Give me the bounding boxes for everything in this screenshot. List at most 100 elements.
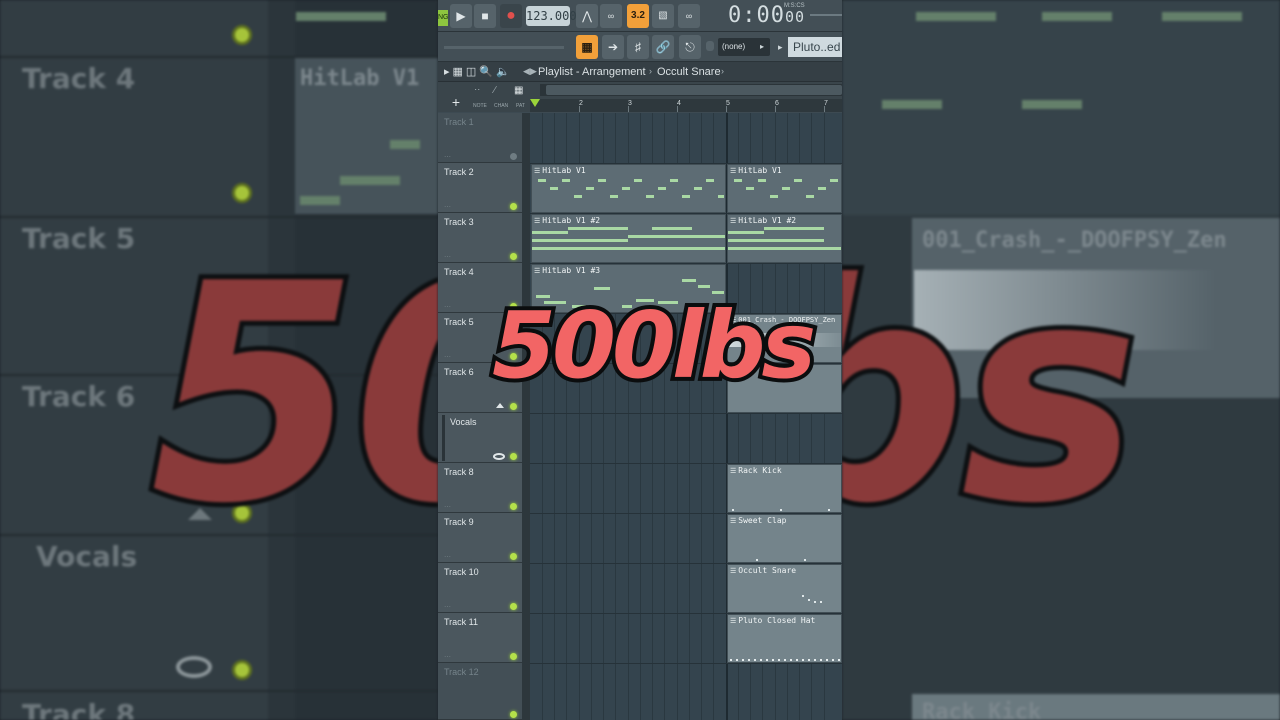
- playlist-button[interactable]: ▦: [576, 35, 598, 59]
- track-dots: ⋯: [444, 304, 451, 311]
- note: [706, 179, 714, 182]
- channel-rack-arrow-icon[interactable]: ➔: [602, 35, 624, 59]
- ruler-tick: [775, 106, 776, 112]
- track-name: Track 1: [444, 117, 474, 127]
- background-track-label: Vocals: [36, 540, 138, 573]
- link-icon[interactable]: 🔗: [652, 35, 674, 59]
- pattern-clip[interactable]: HitLab V1 #2: [727, 214, 842, 263]
- background-track-label: Track 6: [22, 380, 136, 413]
- background-led: [232, 183, 252, 203]
- collapse-arrow-icon[interactable]: [496, 403, 504, 408]
- track-header[interactable]: Track 12: [438, 663, 522, 720]
- chevron-right-icon[interactable]: ▶: [530, 66, 537, 77]
- note-tick: [828, 509, 830, 511]
- background-clip-title: HitLab V1: [300, 66, 420, 91]
- note: [628, 235, 725, 238]
- pattern-clip[interactable]: Occult Snare: [727, 564, 842, 613]
- row-divider: [530, 413, 842, 414]
- pattern-tool-icon[interactable]: ▦: [514, 85, 523, 96]
- track-scroll-strip[interactable]: [522, 113, 530, 720]
- note-tool-icon[interactable]: ⋅⋅: [474, 85, 480, 96]
- note: [782, 187, 790, 190]
- background-led: [232, 25, 252, 45]
- browser-icon[interactable]: ⎋: [679, 35, 701, 59]
- ruler-tick: [824, 106, 825, 112]
- loop-icon[interactable]: ∞: [678, 4, 700, 28]
- green-tab[interactable]: NG: [438, 10, 448, 26]
- background-caption-left: 50: [145, 215, 438, 574]
- track-name: Track 4: [444, 267, 474, 277]
- clip-title: HitLab V1 #3: [534, 266, 600, 275]
- note: [646, 195, 654, 198]
- track-header[interactable]: Track 11 ⋯: [438, 613, 522, 663]
- piano-plus-icon[interactable]: ▧: [652, 4, 674, 28]
- track-dots: ⋯: [444, 354, 451, 361]
- pattern-clip[interactable]: Pluto Closed Hat: [727, 614, 842, 663]
- mixer-icon[interactable]: ♯: [627, 35, 649, 59]
- pitch-slider[interactable]: [444, 46, 564, 49]
- time-centiseconds: 00: [784, 8, 806, 26]
- background-clip-title: Rack Kick: [922, 700, 1042, 720]
- playhead-marker[interactable]: [530, 99, 540, 107]
- note: [794, 179, 802, 182]
- track-header[interactable]: Track 8 ⋯: [438, 463, 522, 513]
- track-header[interactable]: Vocals: [438, 413, 522, 463]
- ruler-tick: [628, 106, 629, 112]
- note: [728, 231, 764, 234]
- timeline-ruler[interactable]: 2 3 4 5 6 7: [530, 99, 842, 112]
- track-mute-led[interactable]: [510, 711, 517, 718]
- chevron-left-icon[interactable]: ◀: [523, 66, 530, 77]
- background-note: [916, 12, 996, 21]
- play-button[interactable]: ▶: [450, 4, 472, 28]
- track-header[interactable]: Track 2 ⋯: [438, 163, 522, 213]
- pattern-clip[interactable]: HitLab V1: [727, 164, 842, 213]
- track-mute-led[interactable]: [510, 253, 517, 260]
- clip-title: HitLab V1: [534, 166, 585, 175]
- pattern-clip[interactable]: HitLab V1 #2: [531, 214, 726, 263]
- track-header[interactable]: Track 1 ⋯: [438, 113, 522, 163]
- note-tool-label: NOTE: [473, 103, 487, 109]
- tempo-display[interactable]: 123.000: [526, 6, 577, 26]
- track-mute-led[interactable]: [510, 403, 517, 410]
- row-divider: [530, 663, 842, 664]
- stop-button[interactable]: ■: [474, 4, 496, 28]
- current-clip-name[interactable]: Occult Snare: [657, 66, 721, 78]
- note-tick: [814, 601, 816, 603]
- master-volume-slider[interactable]: [810, 14, 842, 16]
- note: [532, 231, 568, 234]
- track-mute-led[interactable]: [510, 603, 517, 610]
- loop-record-icon[interactable]: ∞: [600, 4, 622, 28]
- metronome-icon[interactable]: ⋀: [576, 4, 598, 28]
- pattern-clip[interactable]: HitLab V1: [531, 164, 726, 213]
- track-header[interactable]: Track 9 ⋯: [438, 513, 522, 563]
- background-right-blur: 001_Crash_-_DOOFPSY_Zen Rack Kick bs: [842, 0, 1280, 720]
- background-note: [882, 100, 942, 109]
- lips-icon: [493, 453, 505, 460]
- background-note: [1042, 12, 1112, 21]
- track-header[interactable]: Track 3 ⋯: [438, 213, 522, 263]
- track-mute-led[interactable]: [510, 153, 517, 160]
- snap-step-button[interactable]: 3.2: [627, 4, 649, 28]
- note: [728, 247, 841, 250]
- note-tick: [820, 601, 822, 603]
- pattern-clip[interactable]: Rack Kick: [727, 464, 842, 513]
- pattern-clip[interactable]: Sweet Clap: [727, 514, 842, 563]
- track-mute-led[interactable]: [510, 653, 517, 660]
- current-plugin-display[interactable]: Pluto..ed: [788, 37, 842, 57]
- add-track-button[interactable]: +: [446, 94, 466, 110]
- track-mute-led[interactable]: [510, 503, 517, 510]
- note: [830, 179, 838, 182]
- track-mute-led[interactable]: [510, 453, 517, 460]
- scrollbar-thumb[interactable]: [546, 85, 842, 95]
- playlist-title: Playlist - Arrangement: [538, 66, 646, 78]
- track-mute-led[interactable]: [510, 553, 517, 560]
- track-header[interactable]: Track 10 ⋯: [438, 563, 522, 613]
- background-note: [340, 176, 400, 185]
- track-mute-led[interactable]: [510, 203, 517, 210]
- playlist-tools-icons[interactable]: ▸▦◫🔍🔈: [444, 65, 513, 78]
- note-tick: [802, 595, 804, 597]
- channel-tool-icon[interactable]: ∕: [494, 85, 496, 96]
- record-button[interactable]: ●: [500, 4, 522, 28]
- background-note: [390, 140, 420, 149]
- note: [818, 187, 826, 190]
